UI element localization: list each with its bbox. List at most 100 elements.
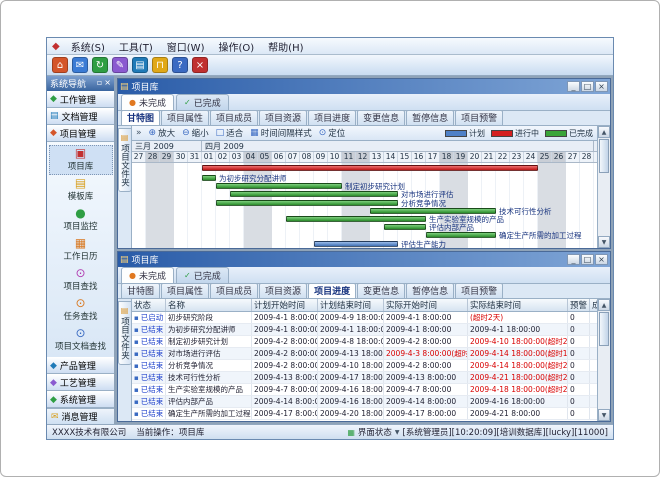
menu-item[interactable]: 工具(T) bbox=[117, 39, 155, 54]
table-row[interactable]: ▪已结束对市场进行评估2009-4-2 8:00:002009-4-13 18:… bbox=[132, 348, 597, 360]
sidebar-item[interactable]: ●项目监控 bbox=[49, 205, 113, 235]
column-header[interactable]: 状态 bbox=[132, 299, 166, 311]
state-tab[interactable]: ✓已完成 bbox=[176, 94, 229, 110]
menu-item[interactable]: 系统(S) bbox=[69, 39, 107, 54]
scroll-up-icon[interactable]: ▲ bbox=[598, 299, 610, 311]
gantt-bar[interactable] bbox=[216, 183, 342, 189]
scroll-down-icon[interactable]: ▼ bbox=[598, 409, 610, 421]
state-tab[interactable]: ✓已完成 bbox=[176, 267, 229, 283]
table-row[interactable]: ▪已启动初步研究阶段2009-4-1 8:00:002009-4-9 18:00… bbox=[132, 312, 597, 324]
dropdown-arrow-icon[interactable]: ▼ bbox=[395, 429, 400, 436]
vertical-scrollbar[interactable]: ▲ ▼ bbox=[597, 126, 610, 248]
pin-icon[interactable]: ▫ bbox=[97, 79, 102, 87]
view-tab[interactable]: 甘特图 bbox=[121, 283, 160, 298]
gantt-bar[interactable] bbox=[286, 216, 426, 222]
gantt-bar[interactable] bbox=[384, 224, 426, 230]
column-header[interactable]: 计划结束时间 bbox=[318, 299, 384, 311]
home-icon[interactable]: ⌂ bbox=[52, 57, 68, 73]
view-tab[interactable]: 项目成员 bbox=[210, 110, 258, 125]
table-row[interactable]: ▪已结束分析竞争情况2009-4-2 8:00:002009-4-10 18:0… bbox=[132, 360, 597, 372]
menu-item[interactable]: 操作(O) bbox=[216, 39, 256, 54]
state-tab[interactable]: ●未完成 bbox=[121, 94, 174, 110]
close-icon[interactable]: × bbox=[595, 254, 608, 265]
close-icon[interactable]: × bbox=[104, 79, 111, 87]
sidebar-item[interactable]: ⊙任务查找 bbox=[49, 295, 113, 325]
scroll-thumb[interactable] bbox=[599, 139, 609, 173]
column-header[interactable]: 计划开始时间 bbox=[252, 299, 318, 311]
restore-icon[interactable]: □ bbox=[581, 254, 594, 265]
gantt-tool-定位[interactable]: ⊙定位 bbox=[319, 127, 346, 139]
window-titlebar[interactable]: ▤ 项目库 _□× bbox=[118, 252, 610, 267]
menu-item[interactable]: 窗口(W) bbox=[165, 39, 207, 54]
edit-icon[interactable]: ✎ bbox=[112, 57, 128, 73]
scroll-up-icon[interactable]: ▲ bbox=[598, 126, 610, 138]
gantt-bar[interactable] bbox=[426, 232, 496, 238]
sidebar-group[interactable]: ◆系统管理 bbox=[47, 391, 114, 408]
table-row[interactable]: ▪已结束制定初步研究计划2009-4-2 8:00:002009-4-8 18:… bbox=[132, 336, 597, 348]
table-row[interactable]: ▪已结束为初步研究分配讲师2009-4-1 8:00:002009-4-1 18… bbox=[132, 324, 597, 336]
sidebar-group[interactable]: ◆产品管理 bbox=[47, 357, 114, 374]
view-tab[interactable]: 项目预警 bbox=[455, 283, 503, 298]
view-tab[interactable]: 甘特图 bbox=[121, 110, 160, 125]
gantt-tool-放大[interactable]: ⊕放大 bbox=[149, 127, 176, 139]
gantt-summary-bar[interactable] bbox=[202, 165, 538, 171]
view-tab[interactable]: 变更信息 bbox=[357, 283, 405, 298]
sidebar-item[interactable]: ⊙项目查找 bbox=[49, 265, 113, 295]
table-row[interactable]: ▪已结束生产实验室规模的产品2009-4-7 8:00:002009-4-16 … bbox=[132, 384, 597, 396]
gantt-chart[interactable]: 为初步研究分配讲师制定初步研究计划对市场进行评估分析竞争情况技术可行性分析生产实… bbox=[132, 163, 597, 248]
view-tab[interactable]: 项目资源 bbox=[259, 283, 307, 298]
sidebar-group[interactable]: ◆工艺管理 bbox=[47, 374, 114, 391]
view-tab[interactable]: 项目成员 bbox=[210, 283, 258, 298]
minimize-icon[interactable]: _ bbox=[567, 254, 580, 265]
sidebar-group[interactable]: ▤文档管理 bbox=[47, 108, 114, 125]
exit-icon[interactable]: × bbox=[192, 57, 208, 73]
close-icon[interactable]: × bbox=[595, 81, 608, 92]
table-row[interactable]: ▪已结束技术可行性分析2009-4-13 8:00:002009-4-17 18… bbox=[132, 372, 597, 384]
sidebar-item[interactable]: ▦工作日历 bbox=[49, 235, 113, 265]
gantt-bar[interactable] bbox=[370, 208, 496, 214]
minimize-icon[interactable]: _ bbox=[567, 81, 580, 92]
column-header[interactable]: 实际开始时间 bbox=[384, 299, 468, 311]
view-tab[interactable]: 项目资源 bbox=[259, 110, 307, 125]
view-tab[interactable]: 项目预警 bbox=[455, 110, 503, 125]
refresh-icon[interactable]: ↻ bbox=[92, 57, 108, 73]
gantt-tool-缩小[interactable]: ⊖缩小 bbox=[182, 127, 209, 139]
state-tab[interactable]: ●未完成 bbox=[121, 267, 174, 283]
window-titlebar[interactable]: ▤ 项目库 _□× bbox=[118, 79, 610, 94]
view-tab[interactable]: 项目属性 bbox=[161, 283, 209, 298]
table-row[interactable]: ▪已结束确定生产所需的加工过程2009-4-17 8:00:002009-4-2… bbox=[132, 408, 597, 420]
column-header[interactable]: 实际结束时间 bbox=[468, 299, 568, 311]
sidebar-item[interactable]: ▣项目库 bbox=[49, 145, 113, 175]
menu-item[interactable]: 帮助(H) bbox=[266, 39, 305, 54]
mail-icon[interactable]: ✉ bbox=[72, 57, 88, 73]
table-row[interactable]: ▪已结束评估内部产品2009-4-14 8:00:002009-4-16 18:… bbox=[132, 396, 597, 408]
folder-side-tab[interactable]: ▤ 项目文件夹 bbox=[118, 301, 132, 365]
view-tab[interactable]: 暂停信息 bbox=[406, 110, 454, 125]
help-icon[interactable]: ? bbox=[172, 57, 188, 73]
column-header[interactable]: 名称 bbox=[166, 299, 252, 311]
column-header[interactable]: 成 bbox=[590, 299, 597, 311]
sidebar-group[interactable]: ◆项目管理 bbox=[47, 125, 114, 142]
gantt-tool-适合[interactable]: □适合 bbox=[216, 127, 244, 139]
column-header[interactable]: 预警 bbox=[568, 299, 590, 311]
gantt-bar[interactable] bbox=[216, 200, 398, 206]
ui-state-label[interactable]: 界面状态 bbox=[358, 426, 392, 438]
gantt-bar[interactable] bbox=[202, 175, 216, 181]
view-tab[interactable]: 暂停信息 bbox=[406, 283, 454, 298]
view-tab[interactable]: 项目属性 bbox=[161, 110, 209, 125]
lock-icon[interactable]: ⊓ bbox=[152, 57, 168, 73]
view-tab[interactable]: 项目进度 bbox=[308, 283, 356, 298]
view-tab[interactable]: 项目进度 bbox=[308, 110, 356, 125]
view-tab[interactable]: 变更信息 bbox=[357, 110, 405, 125]
gantt-bar[interactable] bbox=[314, 241, 398, 247]
overflow-chevron-icon[interactable]: » bbox=[136, 128, 142, 138]
vertical-scrollbar[interactable]: ▲ ▼ bbox=[597, 299, 610, 421]
report-icon[interactable]: ▤ bbox=[132, 57, 148, 73]
restore-icon[interactable]: □ bbox=[581, 81, 594, 92]
sidebar-tab-messages[interactable]: ✉ 消息管理 bbox=[47, 408, 114, 424]
scroll-down-icon[interactable]: ▼ bbox=[598, 236, 610, 248]
gantt-tool-时间间隔样式[interactable]: ▦时间间隔样式 bbox=[250, 127, 312, 139]
scroll-thumb[interactable] bbox=[599, 312, 609, 346]
folder-side-tab[interactable]: ▤ 项目文件夹 bbox=[118, 128, 132, 192]
sidebar-item[interactable]: ⊙项目文档查找 bbox=[49, 325, 113, 355]
